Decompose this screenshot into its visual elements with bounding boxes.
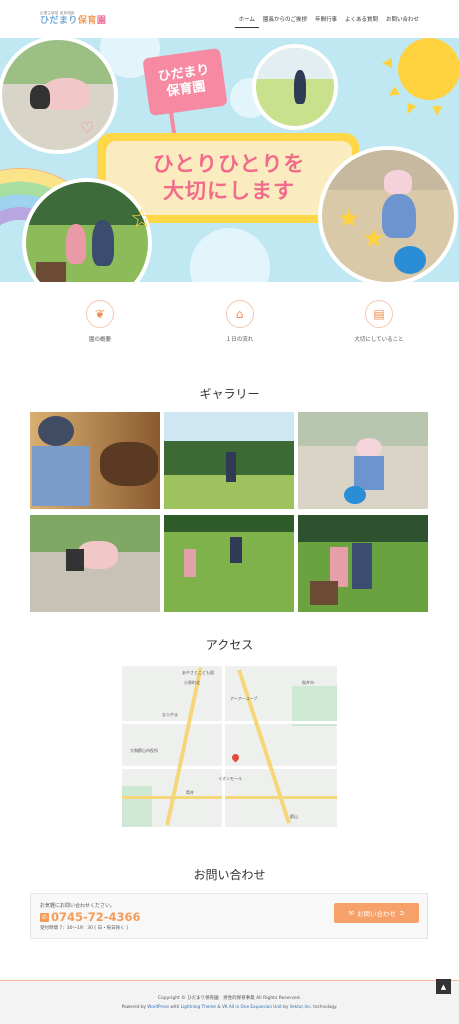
chevron-up-icon: ▲: [440, 982, 447, 991]
vektor-link[interactable]: Vektor,Inc.: [290, 1004, 312, 1009]
sun-ray: [432, 106, 442, 116]
logo-part: ひだまり: [40, 15, 78, 26]
map-label: あやさとこども園: [182, 670, 214, 675]
heart-icon: ♡: [80, 118, 95, 137]
map-pin-icon: [230, 752, 241, 763]
map-label: ならやま: [162, 712, 178, 717]
map-park-area: [122, 786, 152, 827]
gallery-title: ギャラリー: [199, 387, 260, 401]
powered-text: with: [169, 1004, 181, 1009]
nav-greeting[interactable]: 園長からのご挨拶: [259, 11, 311, 28]
site-logo[interactable]: 企業主導型 保育施設 ひだまり保育園: [40, 12, 106, 26]
document-icon: ▤: [365, 300, 393, 328]
gallery-photo-goat[interactable]: [30, 412, 160, 509]
map-label: 桜井市: [302, 680, 314, 685]
site-header: 企業主導型 保育施設 ひだまり保育園 ホーム 園長からのご挨拶 年間行事 よくあ…: [0, 0, 459, 38]
back-to-top-button[interactable]: ▲: [436, 979, 451, 994]
contact-hours: 受付時間 7：30～19：30 [ 日・祝日除く ]: [40, 926, 128, 931]
map-label: 小泉町北: [184, 680, 200, 685]
feature-label: 大切にしていること: [354, 337, 404, 343]
hero-banner: ♡ ひだまり 保育園 ひとりひとりを 大切にします ☆ ★ ★: [0, 38, 459, 282]
mail-icon: ✉: [348, 909, 354, 917]
bubble-decoration: [190, 228, 270, 282]
feature-values[interactable]: ▤ 大切にしていること: [334, 300, 424, 343]
hero-title-line1: ひとりひとりを: [152, 151, 306, 176]
feature-label: １日の流れ: [225, 337, 254, 343]
main-nav: ホーム 園長からのご挨拶 年間行事 よくある質問 お問い合わせ: [234, 11, 423, 28]
phone-icon: ✆: [40, 912, 49, 922]
sun-ray: [382, 58, 392, 68]
contact-box: お気軽にお問い合わせください。 ✆ 0745-72-4366 受付時間 7：30…: [30, 893, 428, 939]
powered-text: by: [281, 1004, 290, 1009]
sun-decoration: [398, 38, 459, 100]
lightning-theme-link[interactable]: Lightning Theme: [181, 1004, 216, 1009]
hero-photo-walking: [252, 44, 338, 130]
contact-title: お問い合わせ: [193, 868, 266, 882]
gallery-photo-park-walk[interactable]: [164, 412, 294, 509]
feature-daily-flow[interactable]: ⌂ １日の流れ: [195, 300, 285, 343]
nav-faq[interactable]: よくある質問: [341, 11, 382, 28]
map-highway: [237, 669, 291, 824]
star-icon: ★: [362, 224, 386, 254]
hero-flag: ひだまり 保育園: [142, 47, 228, 117]
feature-overview[interactable]: ❦ 園の概要: [55, 300, 145, 343]
copyright: Copyright © ひだまり保育園 男性的保育事業 All Rights R…: [157, 996, 302, 1001]
access-map[interactable]: あやさとこども園 小泉町北 桜井市 アーアーコープ ならやま 大和郡山市役所 イ…: [122, 666, 337, 827]
features-row: ❦ 園の概要 ⌂ １日の流れ ▤ 大切にしていること: [0, 300, 459, 343]
map-highway: [165, 667, 203, 826]
map-highway: [122, 796, 337, 799]
map-label: 筒井: [186, 790, 194, 795]
powered-by: Powered by WordPress with Lightning Them…: [0, 1004, 459, 1009]
gallery-photo-sand[interactable]: [298, 412, 428, 509]
map-park-area: [292, 686, 337, 726]
map-label: 郡山: [290, 814, 298, 819]
gallery-photo-crawling[interactable]: [30, 515, 160, 612]
star-icon: ★: [337, 204, 361, 234]
logo-part: 保育: [77, 15, 97, 26]
sun-ray: [403, 102, 417, 116]
arrow-circle-icon: ➲: [399, 909, 405, 917]
map-label: イオンモール: [218, 776, 242, 781]
gallery-grid: [30, 412, 428, 612]
map-road: [122, 766, 337, 769]
phone-number: 0745-72-4366: [51, 910, 141, 924]
nav-home[interactable]: ホーム: [234, 11, 259, 28]
contact-note: お気軽にお問い合わせください。: [40, 903, 116, 909]
hero-title-line2: 大切にします: [163, 179, 295, 203]
logo-title: ひだまり保育園: [40, 15, 107, 26]
contact-phone[interactable]: ✆ 0745-72-4366: [40, 910, 141, 924]
contact-button[interactable]: ✉ お問い合わせ ➲: [334, 903, 419, 923]
house-icon: ⌂: [225, 300, 254, 328]
map-label: 大和郡山市役所: [130, 748, 158, 753]
nav-events[interactable]: 年間行事: [311, 11, 341, 28]
bird-icon: ❦: [86, 300, 114, 328]
feature-label: 園の概要: [88, 337, 111, 343]
powered-text: Powered by: [121, 1004, 148, 1009]
gallery-photo-running[interactable]: [164, 515, 294, 612]
nav-contact[interactable]: お問い合わせ: [382, 11, 423, 28]
logo-part: 園: [96, 15, 107, 26]
map-road: [222, 666, 225, 827]
map-road: [122, 721, 337, 724]
map-label: アーアーコープ: [230, 696, 258, 701]
access-title: アクセス: [205, 638, 254, 652]
powered-text: technology.: [311, 1004, 338, 1009]
gallery-photo-bench[interactable]: [298, 515, 428, 612]
sun-ray: [386, 86, 400, 100]
vk-plugin-link[interactable]: VK All in One Expansion Unit: [222, 1004, 282, 1009]
contact-button-label: お問い合わせ: [357, 910, 396, 918]
star-icon: ☆: [130, 204, 154, 234]
site-footer: Copyright © ひだまり保育園 男性的保育事業 All Rights R…: [0, 980, 459, 1024]
wordpress-link[interactable]: WordPress: [147, 1004, 169, 1009]
